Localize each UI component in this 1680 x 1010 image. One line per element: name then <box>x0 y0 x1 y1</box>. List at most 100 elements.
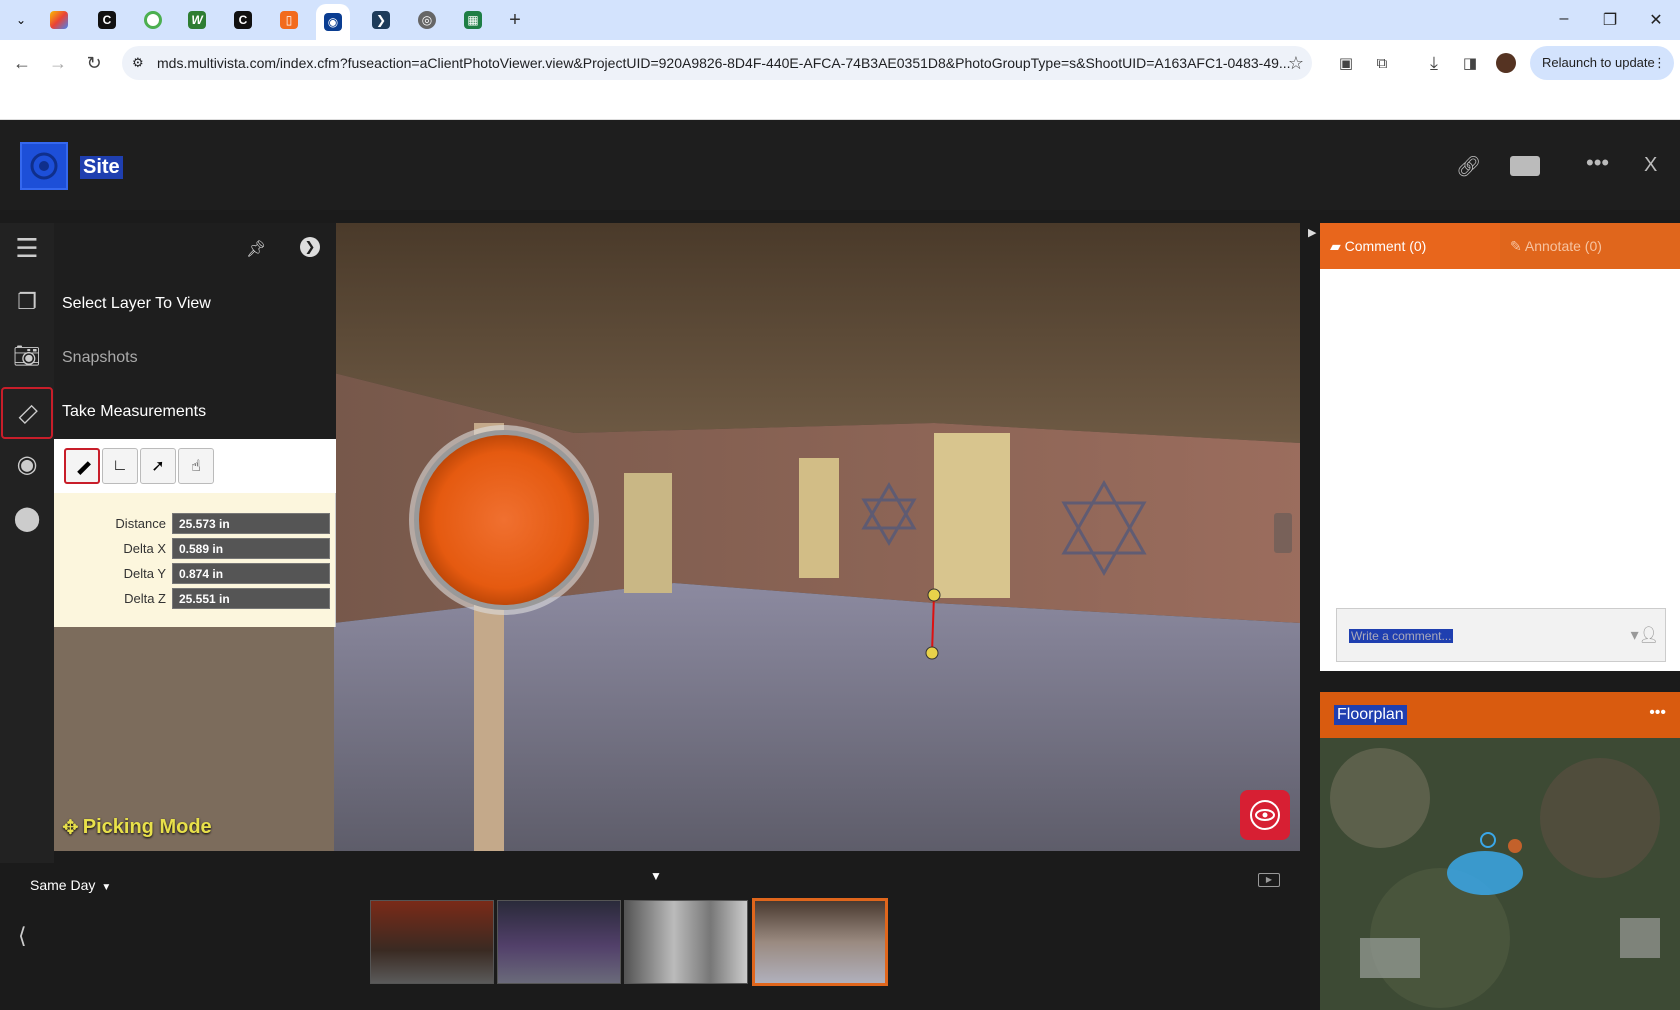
ruler-icon: ▬ <box>70 454 94 478</box>
camera-icon[interactable]: 📷︎ <box>8 337 46 375</box>
distance-tool-button[interactable]: ▬ <box>64 448 100 484</box>
photo-thumbnail[interactable] <box>624 900 748 984</box>
site-info-icon[interactable]: ⚙ <box>132 46 144 80</box>
user-avatar-icon[interactable]: ▾👤︎ <box>1631 609 1659 663</box>
previous-photos-button[interactable]: ⟨ <box>18 923 27 949</box>
expand-filmstrip-icon[interactable]: ▼ <box>650 869 662 883</box>
side-panel-icon[interactable]: ◨ <box>1458 51 1482 75</box>
link-icon[interactable]: 🔗︎ <box>1456 154 1481 179</box>
angle-icon: ∟ <box>112 457 128 474</box>
globe-icon: ◎ <box>418 11 436 29</box>
browser-tab[interactable]: W <box>180 6 214 34</box>
browser-tab[interactable] <box>136 6 170 34</box>
display-toggle-icon[interactable] <box>1510 156 1540 176</box>
comment-tab-label: Comment (0) <box>1344 238 1427 254</box>
bookmark-bar <box>0 86 1680 120</box>
browser-toolbar: ← → ↻ ⚙ mds.multivista.com/index.cfm?fus… <box>0 40 1680 86</box>
floorplan-map[interactable] <box>1320 738 1680 1010</box>
photo-thumbnail[interactable] <box>497 900 621 984</box>
close-window-button[interactable]: ✕ <box>1646 10 1666 30</box>
floorplan-title: Floorplan <box>1334 705 1407 725</box>
plus-icon: + <box>509 8 521 31</box>
tab-search-button[interactable]: ⌄ <box>4 6 38 34</box>
pointer-tool-button[interactable]: ☝︎ <box>178 448 214 484</box>
filmstrip-bar: Same Day ▼ ▼ ▶ ⟨ <box>0 863 1300 1010</box>
select-point-tool-button[interactable]: ➚ <box>140 448 176 484</box>
minimize-button[interactable]: – <box>1554 10 1574 28</box>
move-icon: ✥ <box>62 817 79 839</box>
back-button[interactable]: ← <box>10 51 34 75</box>
more-horizontal-icon[interactable]: ••• <box>1586 150 1609 176</box>
address-bar[interactable]: ⚙ mds.multivista.com/index.cfm?fuseactio… <box>122 46 1312 80</box>
browser-tab-active[interactable]: ◉ <box>316 4 350 40</box>
forward-button[interactable]: → <box>46 51 70 75</box>
chevron-right-icon[interactable]: ❯ <box>300 237 320 257</box>
comment-icon: ▰ <box>1330 238 1345 254</box>
delta-y-row: Delta Y 0.874 in <box>54 563 336 585</box>
angle-tool-button[interactable]: ∟ <box>102 448 138 484</box>
delta-z-label: Delta Z <box>124 591 166 606</box>
app-icon: C <box>234 11 252 29</box>
caret-down-icon: ▼ <box>101 882 112 893</box>
photo-thumbnail-selected[interactable] <box>752 898 888 986</box>
same-day-label: Same Day <box>30 877 96 893</box>
app-icon <box>144 11 162 29</box>
chevron-down-icon: ⌄ <box>15 13 27 27</box>
same-day-dropdown[interactable]: Same Day ▼ <box>30 877 111 893</box>
comments-panel: ▰ Comment (0) ✎ Annotate (0) Write a com… <box>1320 223 1680 671</box>
relaunch-label: Relaunch to update <box>1542 55 1655 70</box>
collapse-right-panel-icon[interactable]: ▶ <box>1308 226 1316 239</box>
play-slideshow-icon[interactable]: ▶ <box>1258 873 1280 887</box>
browser-tab[interactable]: ▯ <box>272 6 306 34</box>
camera-logo-icon <box>30 152 58 180</box>
measurement-results: Distance 25.573 in Delta X 0.589 in Delta … <box>54 493 336 627</box>
tab-comment[interactable]: ▰ Comment (0) <box>1320 223 1500 269</box>
menu-item-take-measurements[interactable]: Take Measurements <box>62 403 206 421</box>
profile-avatar[interactable] <box>1494 51 1518 75</box>
layers-icon[interactable]: ❐ <box>8 283 46 321</box>
comment-input[interactable]: Write a comment... ▾👤︎ <box>1336 608 1666 662</box>
browser-tab[interactable]: C <box>90 6 124 34</box>
app-icon: ▯ <box>280 11 298 29</box>
browser-tab[interactable]: C <box>226 6 260 34</box>
hamburger-menu-icon[interactable]: ☰ <box>8 229 46 267</box>
measurement-toolbar: ▬ ∟ ➚ ☝︎ <box>54 439 336 493</box>
new-tab-button[interactable]: + <box>498 6 532 34</box>
extension-icon[interactable]: ▣ <box>1334 51 1358 75</box>
photo-thumbnail[interactable] <box>370 900 494 984</box>
cursor-icon: ➚ <box>151 458 165 475</box>
target-icon[interactable]: ◉ <box>8 445 46 483</box>
pin-icon[interactable]: 📌︎ <box>246 239 266 259</box>
floorplan-panel: Floorplan ••• <box>1320 692 1680 1010</box>
restore-button[interactable]: ❐ <box>1600 10 1620 30</box>
menu-item-select-layer[interactable]: Select Layer To View <box>62 295 211 313</box>
app-icon: W <box>188 11 206 29</box>
distance-value: 25.573 in <box>172 513 330 534</box>
eye-logo-icon <box>1250 800 1280 830</box>
more-horizontal-icon[interactable]: ••• <box>1649 704 1666 722</box>
browser-tab[interactable]: ❯ <box>364 6 398 34</box>
ruler-icon[interactable]: ▭ <box>1 387 53 439</box>
reload-button[interactable]: ↻ <box>82 51 106 75</box>
viewer-logo-button[interactable] <box>1240 790 1290 840</box>
bookmark-star-icon[interactable]: ☆ <box>1284 51 1308 75</box>
delta-y-label: Delta Y <box>123 566 166 581</box>
location-pin-icon[interactable]: ⬤ <box>8 499 46 537</box>
browser-tab[interactable]: ▦ <box>456 6 490 34</box>
project-logo <box>20 142 68 190</box>
drive-icon <box>50 11 68 29</box>
extensions-puzzle-icon[interactable]: ⧉ <box>1370 51 1394 75</box>
comment-placeholder: Write a comment... <box>1349 629 1454 643</box>
menu-item-snapshots[interactable]: Snapshots <box>62 349 138 367</box>
delta-y-value: 0.874 in <box>172 563 330 584</box>
spreadsheet-icon: ▦ <box>464 11 482 29</box>
download-icon[interactable]: ⤓ <box>1422 51 1446 75</box>
delta-x-value: 0.589 in <box>172 538 330 559</box>
close-viewer-button[interactable]: X <box>1644 154 1657 177</box>
browser-tab[interactable]: ◎ <box>410 6 444 34</box>
picking-mode-label: Picking Mode <box>82 816 212 838</box>
browser-tab[interactable] <box>42 6 76 34</box>
relaunch-button[interactable]: Relaunch to update ⋮ <box>1530 46 1674 80</box>
distance-row: Distance 25.573 in <box>54 513 336 535</box>
tab-annotate[interactable]: ✎ Annotate (0) <box>1500 223 1680 269</box>
